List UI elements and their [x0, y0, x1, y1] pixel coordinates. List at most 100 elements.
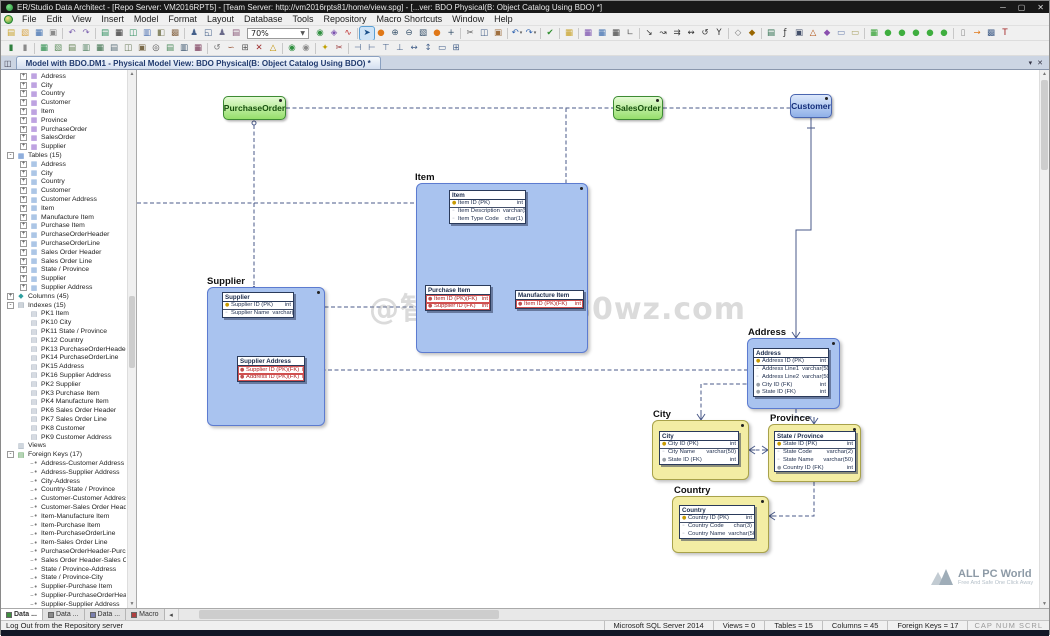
- spell-check-button[interactable]: ✔: [543, 27, 557, 40]
- tree-item[interactable]: + ▦ PurchaseOrder: [2, 125, 126, 134]
- tree-item[interactable]: –• Customer-Sales Order Header: [2, 503, 126, 512]
- copy-table-button[interactable]: ◫: [121, 42, 135, 55]
- add-table-button[interactable]: ▦: [37, 42, 51, 55]
- tree-item[interactable]: + ▦ Address: [2, 72, 126, 81]
- navigator-button[interactable]: ◈: [327, 27, 341, 40]
- tree-expander-icon[interactable]: +: [20, 81, 27, 89]
- tree-expander-icon[interactable]: +: [20, 187, 27, 195]
- tab-menu-icon[interactable]: ▾: [1029, 59, 1033, 67]
- table-usage-button[interactable]: ▥: [177, 42, 191, 55]
- insert-image-button[interactable]: ▩: [984, 27, 998, 40]
- entity-table-country[interactable]: Country ● Country ID (PK) int ◦ Country Code c…: [679, 505, 755, 539]
- lasso-zoom-button[interactable]: ∿: [341, 27, 355, 40]
- tree-expander-icon[interactable]: -: [7, 451, 14, 459]
- tree-item[interactable]: –• Country-State / Province: [2, 485, 126, 494]
- tree-expander-icon[interactable]: +: [20, 275, 27, 283]
- tree-item[interactable]: ▤ PK9 Customer Address: [2, 433, 126, 442]
- menu-layout[interactable]: Layout: [202, 14, 239, 24]
- validate-warning-button[interactable]: △: [266, 42, 280, 55]
- compare-merge-button[interactable]: ▦: [112, 27, 126, 40]
- tree-item[interactable]: –•Sales Order Header-Sales Ord...: [2, 556, 126, 565]
- note-tool-button[interactable]: ▭: [848, 27, 862, 40]
- trigger-tool-button[interactable]: △: [806, 27, 820, 40]
- column-row[interactable]: ●Address ID (PK)(FK)int: [238, 373, 304, 382]
- scroll-up-icon[interactable]: ▲: [1040, 70, 1049, 78]
- menu-model[interactable]: Model: [129, 14, 164, 24]
- tree-item[interactable]: –• Supplier-Supplier Address: [2, 600, 126, 608]
- tree-item[interactable]: ▤ PK16 Supplier Address: [2, 371, 126, 380]
- tree-expander-icon[interactable]: +: [20, 143, 27, 151]
- grid-view-button[interactable]: ▦: [562, 27, 576, 40]
- column-row[interactable]: ● Country ID (FK) int: [775, 464, 855, 472]
- zoom-level-combo[interactable]: 70% ▼: [247, 27, 309, 39]
- menu-macro-shortcuts[interactable]: Macro Shortcuts: [372, 14, 448, 24]
- subtype-relationship-button[interactable]: Y: [712, 27, 726, 40]
- edit-keys-button[interactable]: ▦: [93, 42, 107, 55]
- column-row[interactable]: ◦ Country Code char(3): [680, 523, 754, 531]
- refresh-model-button[interactable]: ▤: [163, 42, 177, 55]
- column-row[interactable]: ◦Supplier Namevarchar(50): [223, 310, 293, 318]
- scroll-down-icon[interactable]: ▼: [128, 600, 136, 608]
- table-tool-button[interactable]: ▦: [595, 27, 609, 40]
- tree-item[interactable]: + ▦ Item: [2, 204, 126, 213]
- tree-item[interactable]: –• Item-Manufacture Item: [2, 512, 126, 521]
- tree-item[interactable]: - ▤ Foreign Keys (17): [2, 450, 126, 459]
- tab-close-icon[interactable]: ✕: [1037, 59, 1043, 67]
- add-user-button[interactable]: ♟: [187, 27, 201, 40]
- dependency-window-button[interactable]: ◱: [201, 27, 215, 40]
- tree-item[interactable]: + ▦ State / Province: [2, 266, 126, 275]
- open-model-button[interactable]: ▧: [18, 27, 32, 40]
- column-row[interactable]: ● Address ID (PK) int: [754, 358, 828, 366]
- column-row[interactable]: ● City ID (FK) int: [754, 381, 828, 389]
- text-tool-button[interactable]: T: [998, 27, 1012, 40]
- snap-to-grid-button[interactable]: ⊞: [449, 42, 463, 55]
- tree-item[interactable]: ▤ PK7 Sales Order Line: [2, 415, 126, 424]
- column-row[interactable]: ● Supplier ID (PK) int: [223, 302, 293, 310]
- entity-table-supplier_address[interactable]: Supplier Address●Supplier ID (PK)(FK)int…: [237, 356, 305, 383]
- print-button[interactable]: ▣: [46, 27, 60, 40]
- recursive-relationship-button[interactable]: ↺: [698, 27, 712, 40]
- security-key-button[interactable]: ✦: [318, 42, 332, 55]
- pan-tool-button[interactable]: ●: [374, 27, 388, 40]
- reverse-engineer-button[interactable]: ▮: [4, 42, 18, 55]
- tree-expander-icon[interactable]: +: [7, 292, 14, 300]
- column-row[interactable]: ● Item ID (PK)(FK) int: [516, 300, 583, 308]
- tree-item[interactable]: –• Address-Customer Address: [2, 459, 126, 468]
- menu-help[interactable]: Help: [489, 14, 518, 24]
- foreign-key-tool-button[interactable]: ◆: [745, 27, 759, 40]
- navigate-back-button[interactable]: ↶: [65, 27, 79, 40]
- column-row[interactable]: ◦Address Line1varchar(50): [754, 366, 828, 374]
- tree-item[interactable]: + ▦ City: [2, 81, 126, 90]
- horizontal-scroll-thumb[interactable]: [198, 610, 499, 619]
- entity-table-item[interactable]: Item ● Item ID (PK) int ◦ Item Description var…: [449, 190, 526, 224]
- title-block-button[interactable]: ▤: [764, 27, 778, 40]
- view-relationship-button[interactable]: ◇: [731, 27, 745, 40]
- procedure-tool-button[interactable]: ▣: [792, 27, 806, 40]
- report-button[interactable]: ▤: [98, 27, 112, 40]
- tree-expander-icon[interactable]: +: [20, 125, 27, 133]
- tree-item[interactable]: –•Supplier-PurchaseOrderHeader: [2, 591, 126, 600]
- align-bottom-button[interactable]: ⊥: [393, 42, 407, 55]
- align-left-button[interactable]: ⊣: [351, 42, 365, 55]
- tree-item[interactable]: ▤ PK12 Country: [2, 336, 126, 345]
- distribute-horizontal-button[interactable]: ↔: [407, 42, 421, 55]
- tree-item[interactable]: - ▦ Tables (15): [2, 151, 126, 160]
- tree-item[interactable]: + ▦ Customer Address: [2, 195, 126, 204]
- report-window-button[interactable]: ▤: [229, 27, 243, 40]
- generate-database-button[interactable]: ▥: [140, 27, 154, 40]
- work-offline-button[interactable]: ◉: [299, 42, 313, 55]
- tree-item[interactable]: ▤ PK11 State / Province: [2, 327, 126, 336]
- tree-item[interactable]: –• Address-Supplier Address: [2, 468, 126, 477]
- symmetric-layout-button[interactable]: ●: [923, 27, 937, 40]
- tree-item[interactable]: + ▦ Province: [2, 116, 126, 125]
- wizard-tool-button[interactable]: ▮: [18, 42, 32, 55]
- canvas-vertical-scrollbar[interactable]: ▲ ▼: [1039, 70, 1049, 608]
- tree-item[interactable]: + ▦ Sales Order Header: [2, 248, 126, 257]
- redraw-diagram-button[interactable]: →: [970, 27, 984, 40]
- tree-item[interactable]: + ▦ Country: [2, 90, 126, 99]
- tree-item[interactable]: + ▦ Customer: [2, 186, 126, 195]
- tree-item[interactable]: + ▦ City: [2, 169, 126, 178]
- tree-item[interactable]: + ▦ Supplier: [2, 274, 126, 283]
- link-object-button[interactable]: ∽: [224, 42, 238, 55]
- tree-item[interactable]: + ▦ Purchase Item: [2, 222, 126, 231]
